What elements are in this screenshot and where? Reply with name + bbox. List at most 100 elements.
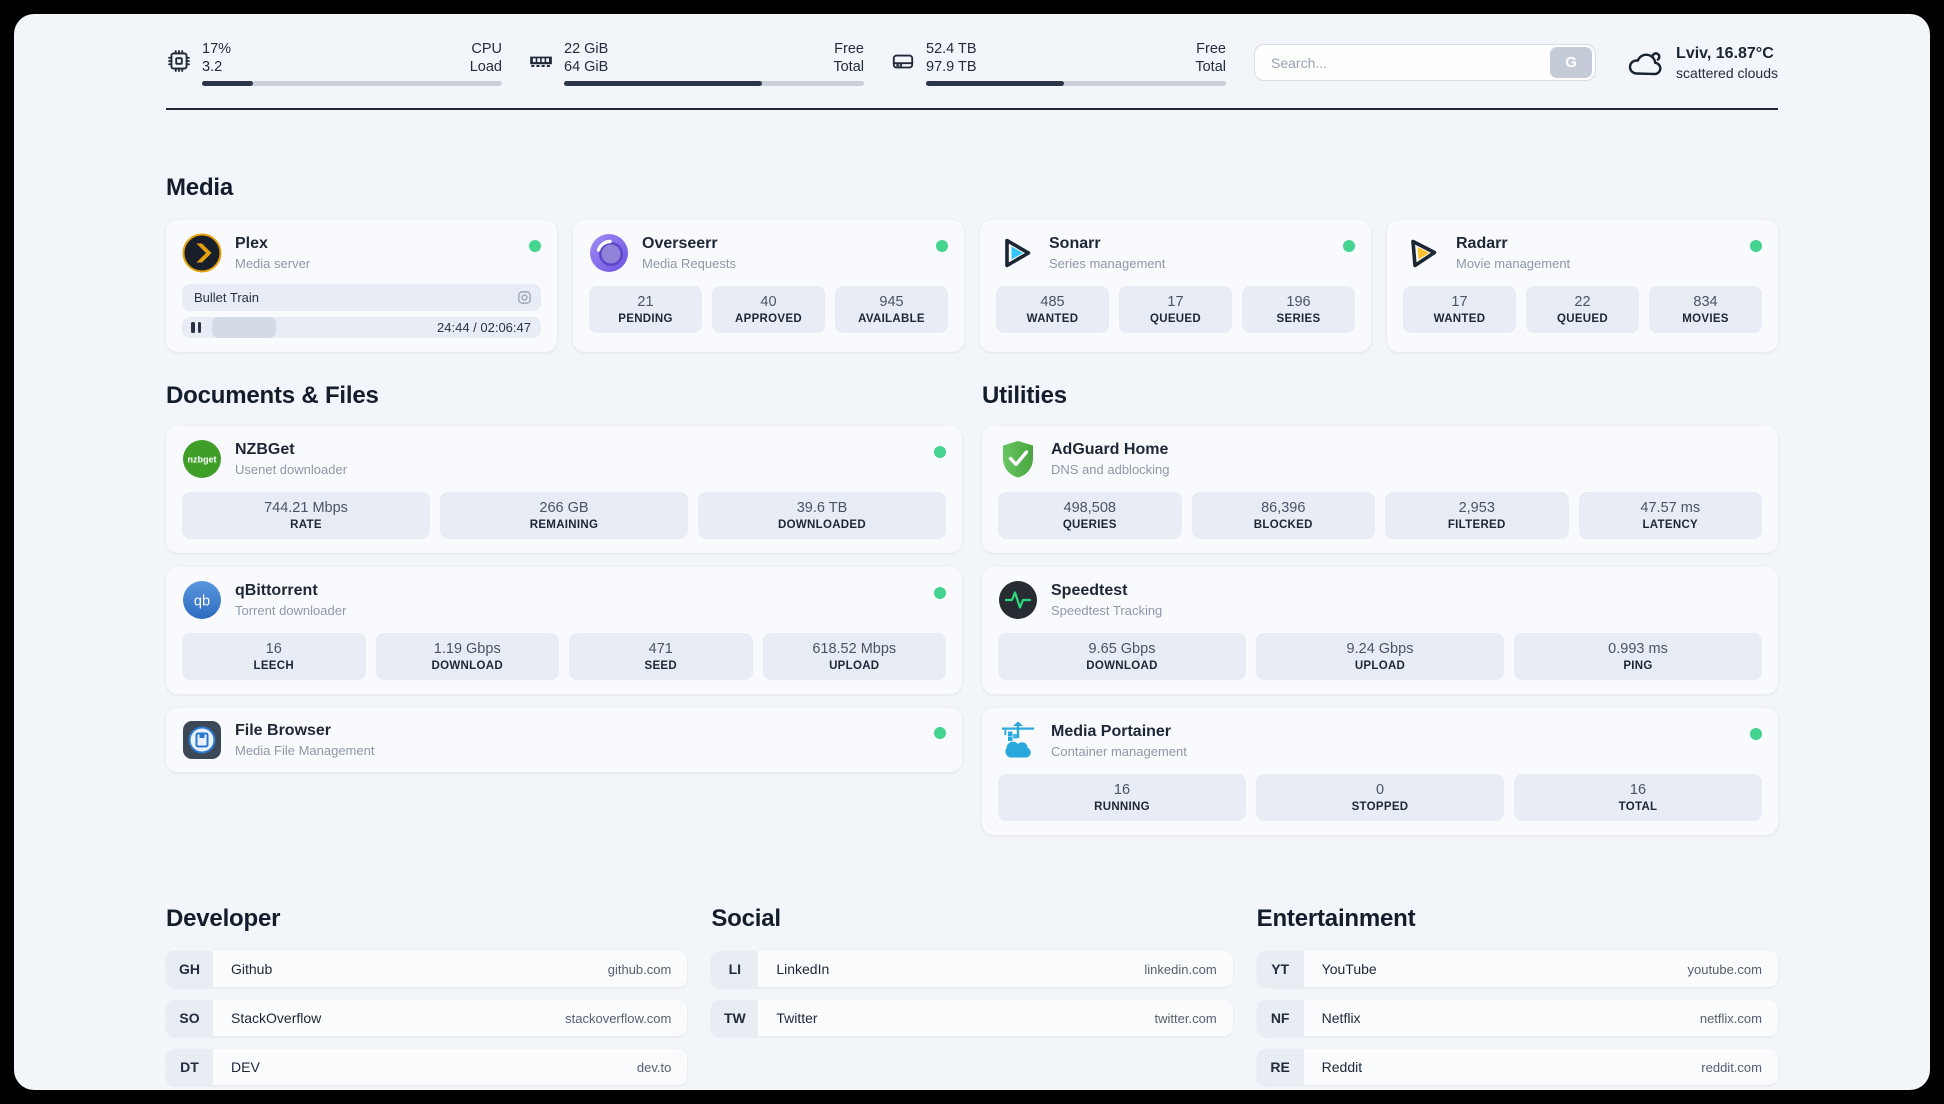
- dashboard-panel: 17% 3.2 CPU Load 22 GiB 64 GiB Free Tota…: [14, 14, 1930, 1090]
- social-section-title: Social: [711, 905, 781, 932]
- pause-icon[interactable]: [191, 322, 201, 333]
- plex-icon: [182, 233, 222, 273]
- portainer-status-dot: [1750, 728, 1762, 740]
- header-divider: [166, 108, 1778, 110]
- app-card-nzbget[interactable]: nzbget NZBGet Usenet downloader 744.21 M…: [166, 426, 962, 553]
- bookmark-reddit[interactable]: RE Reddit reddit.com: [1256, 1049, 1778, 1085]
- github-name: Github: [231, 961, 273, 977]
- speedtest-stat-ping: 0.993 ms PING: [1514, 633, 1762, 680]
- radarr-icon: [1411, 239, 1437, 268]
- reddit-abbr: RE: [1256, 1049, 1304, 1085]
- documents-section-title: Documents & Files: [166, 382, 379, 409]
- search-engine-button[interactable]: G: [1550, 47, 1593, 78]
- section-documents-files: Documents & Files nzbget NZBGet Usenet d…: [166, 382, 962, 786]
- qbittorrent-status-dot: [934, 587, 946, 599]
- overseerr-status-dot: [936, 240, 948, 252]
- system-resources: 17% 3.2 CPU Load 22 GiB 64 GiB Free Tota…: [166, 40, 1226, 86]
- radarr-title: Radarr: [1456, 235, 1508, 252]
- app-card-portainer[interactable]: Media Portainer Container management 16 …: [982, 708, 1778, 835]
- plex-status-dot: [529, 240, 541, 252]
- cpu-load-label: Load: [469, 59, 502, 75]
- speedtest-stat-upload: 9.24 Gbps UPLOAD: [1256, 633, 1504, 680]
- netflix-name: Netflix: [1321, 1010, 1361, 1026]
- search-bar: G: [1254, 44, 1597, 81]
- plex-session-screen-icon: [518, 291, 531, 304]
- overseerr-stat-pending: 21 PENDING: [589, 286, 702, 333]
- github-url: github.com: [607, 961, 672, 977]
- radarr-status-dot: [1750, 240, 1762, 252]
- qbittorrent-title: qBittorrent: [235, 582, 318, 599]
- youtube-name: YouTube: [1321, 961, 1377, 977]
- disk-progress-bar: [926, 81, 1226, 86]
- qbittorrent-stat-seed: 471 SEED: [569, 633, 753, 680]
- section-developer: Developer GH Github github.com SO StackO…: [166, 905, 688, 1090]
- sonarr-stat-queued: 17 QUEUED: [1119, 286, 1232, 333]
- bookmark-dev[interactable]: DT DEV dev.to: [166, 1049, 688, 1085]
- app-card-filebrowser[interactable]: File Browser Media File Management: [166, 708, 962, 772]
- sonarr-stat-series: 196 SERIES: [1242, 286, 1355, 333]
- cpu-usage-percent: 17%: [202, 41, 232, 57]
- plex-subtitle: Media server: [235, 256, 311, 271]
- nzbget-status-dot: [934, 446, 946, 458]
- sonarr-stat-wanted: 485 WANTED: [996, 286, 1109, 333]
- adguard-stat-latency: 47.57 ms LATENCY: [1578, 492, 1762, 539]
- sonarr-title: Sonarr: [1049, 235, 1101, 252]
- app-card-radarr[interactable]: Radarr Movie management 17 WANTED 22 QUE…: [1387, 220, 1778, 352]
- adguard-icon: [1003, 441, 1033, 478]
- radarr-stat-movies: 834 MOVIES: [1649, 286, 1762, 333]
- search-input[interactable]: [1255, 54, 1551, 71]
- disk-free-value: 52.4 TB: [926, 41, 977, 57]
- nzbget-icon: nzbget: [183, 440, 221, 478]
- youtube-abbr: YT: [1256, 951, 1304, 987]
- bookmark-linkedin[interactable]: LI LinkedIn linkedin.com: [711, 951, 1233, 987]
- filebrowser-status-dot: [934, 727, 946, 739]
- memory-total-value: 64 GiB: [564, 59, 609, 75]
- linkedin-abbr: LI: [711, 951, 759, 987]
- app-card-sonarr[interactable]: Sonarr Series management 485 WANTED 17 Q…: [980, 220, 1371, 352]
- qbittorrent-stat-upload: 618.52 Mbps UPLOAD: [762, 633, 946, 680]
- stackoverflow-name: StackOverflow: [231, 1010, 322, 1026]
- bookmark-netflix[interactable]: NF Netflix netflix.com: [1256, 1000, 1778, 1036]
- cpu-widget: 17% 3.2 CPU Load: [166, 40, 502, 86]
- portainer-icon: [1002, 721, 1034, 758]
- portainer-subtitle: Container management: [1051, 744, 1187, 759]
- radarr-subtitle: Movie management: [1456, 256, 1571, 271]
- overseerr-title: Overseerr: [642, 235, 718, 252]
- app-card-adguard[interactable]: AdGuard Home DNS and adblocking 498,508 …: [982, 426, 1778, 553]
- disk-icon: [892, 54, 914, 69]
- bookmark-youtube[interactable]: YT YouTube youtube.com: [1256, 951, 1778, 987]
- linkedin-url: linkedin.com: [1144, 961, 1217, 977]
- dev-abbr: DT: [166, 1049, 213, 1085]
- netflix-abbr: NF: [1256, 1000, 1304, 1036]
- overseerr-stat-approved: 40 APPROVED: [712, 286, 825, 333]
- portainer-stat-stopped: 0 STOPPED: [1256, 774, 1504, 821]
- cpu-icon: [168, 50, 190, 72]
- app-card-plex[interactable]: Plex Media server Bullet Train 24:44 / 0…: [166, 220, 557, 352]
- app-card-overseerr[interactable]: Overseerr Media Requests 21 PENDING 40 A…: [573, 220, 964, 352]
- twitter-url: twitter.com: [1154, 1010, 1217, 1026]
- filebrowser-title: File Browser: [235, 722, 332, 739]
- qbittorrent-stat-download: 1.19 Gbps DOWNLOAD: [375, 633, 559, 680]
- radarr-stat-wanted: 17 WANTED: [1403, 286, 1516, 333]
- app-card-speedtest[interactable]: Speedtest Speedtest Tracking 9.65 Gbps D…: [982, 567, 1778, 694]
- cpu-label: CPU: [471, 41, 502, 57]
- section-media: Media Plex Media server Bullet Train 24:…: [166, 174, 1778, 352]
- adguard-stat-filtered: 2,953 FILTERED: [1385, 492, 1569, 539]
- linkedin-name: LinkedIn: [776, 961, 830, 977]
- bookmark-stackoverflow[interactable]: SO StackOverflow stackoverflow.com: [166, 1000, 688, 1036]
- weather-location-temp: Lviv, 16.87°C: [1676, 45, 1774, 62]
- adguard-stat-queries: 498,508 QUERIES: [998, 492, 1182, 539]
- portainer-title: Media Portainer: [1051, 723, 1172, 740]
- radarr-stat-queued: 22 QUEUED: [1526, 286, 1639, 333]
- svg-text:qb: qb: [194, 594, 210, 610]
- overseerr-stat-available: 945 AVAILABLE: [835, 286, 948, 333]
- cloud-icon: [1628, 52, 1662, 76]
- speedtest-stat-download: 9.65 Gbps DOWNLOAD: [998, 633, 1246, 680]
- portainer-stat-total: 16 TOTAL: [1514, 774, 1762, 821]
- bookmark-twitter[interactable]: TW Twitter twitter.com: [711, 1000, 1233, 1036]
- reddit-name: Reddit: [1321, 1059, 1363, 1075]
- section-entertainment: Entertainment YT YouTube youtube.com NF …: [1256, 905, 1778, 1090]
- qbittorrent-subtitle: Torrent downloader: [235, 603, 347, 618]
- bookmark-github[interactable]: GH Github github.com: [166, 951, 688, 987]
- app-card-qbittorrent[interactable]: qb qBittorrent Torrent downloader 16 LEE…: [166, 567, 962, 694]
